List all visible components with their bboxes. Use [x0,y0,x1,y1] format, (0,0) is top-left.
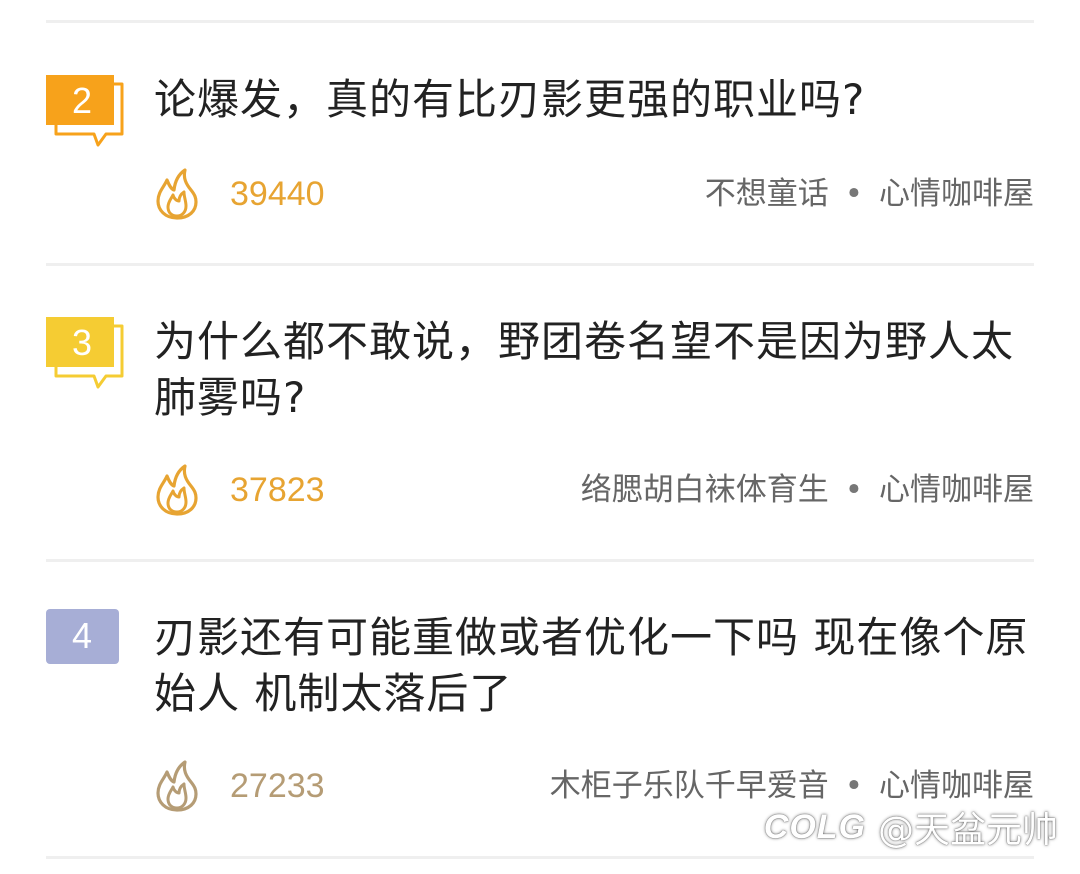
heat-count: 27233 [230,767,325,805]
post-title[interactable]: 刃影还有可能重做或者优化一下吗 现在像个原始人 机制太落后了 [154,610,1034,722]
rank-number: 4 [71,615,93,656]
flame-icon [156,464,198,516]
watermark: COLG @天盆元帅 [764,802,1058,852]
list-item[interactable]: 3 为什么都不敢说，野团卷名望不是因为野人太肺雾吗? 37823 络腮胡白袜体育… [46,312,1034,522]
separator-dot: • [844,472,863,508]
post-meta: 37823 络腮胡白袜体育生 • 心情咖啡屋 [154,462,1034,518]
hot-topics-list: 2 论爆发，真的有比刃影更强的职业吗? 39440 不想童话 • 心情咖啡屋 3 为… [0,0,1080,874]
rank-badge: 3 [46,317,124,389]
divider [46,559,1034,562]
author-name[interactable]: 络腮胡白袜体育生 [581,472,829,508]
flame-icon [156,168,198,220]
rank-number: 2 [71,80,93,121]
separator-dot: • [844,768,863,804]
board-name[interactable]: 心情咖啡屋 [879,768,1034,804]
author-name[interactable]: 不想童话 [705,176,829,212]
rank-number: 3 [71,322,93,363]
watermark-logo: COLG [763,807,866,846]
post-title[interactable]: 为什么都不敢说，野团卷名望不是因为野人太肺雾吗? [154,314,1034,426]
heat-count: 37823 [230,471,325,509]
watermark-handle: @天盆元帅 [877,810,1058,851]
list-item[interactable]: 4 刃影还有可能重做或者优化一下吗 现在像个原始人 机制太落后了 27233 木… [46,608,1034,818]
author-name[interactable]: 木柜子乐队千早爱音 [550,768,829,804]
heat-count: 39440 [230,175,325,213]
post-meta: 39440 不想童话 • 心情咖啡屋 [154,166,1034,222]
rank-badge: 4 [46,609,119,669]
separator-dot: • [844,176,863,212]
divider [46,263,1034,266]
board-name[interactable]: 心情咖啡屋 [879,176,1034,212]
rank-badge: 2 [46,75,124,147]
post-title[interactable]: 论爆发，真的有比刃影更强的职业吗? [154,72,1034,128]
flame-icon [156,760,198,812]
divider [46,20,1034,23]
board-name[interactable]: 心情咖啡屋 [879,472,1034,508]
author-board: 不想童话 • 心情咖啡屋 [705,166,1034,222]
divider [46,856,1034,859]
list-item[interactable]: 2 论爆发，真的有比刃影更强的职业吗? 39440 不想童话 • 心情咖啡屋 [46,70,1034,220]
author-board: 络腮胡白袜体育生 • 心情咖啡屋 [581,462,1034,518]
